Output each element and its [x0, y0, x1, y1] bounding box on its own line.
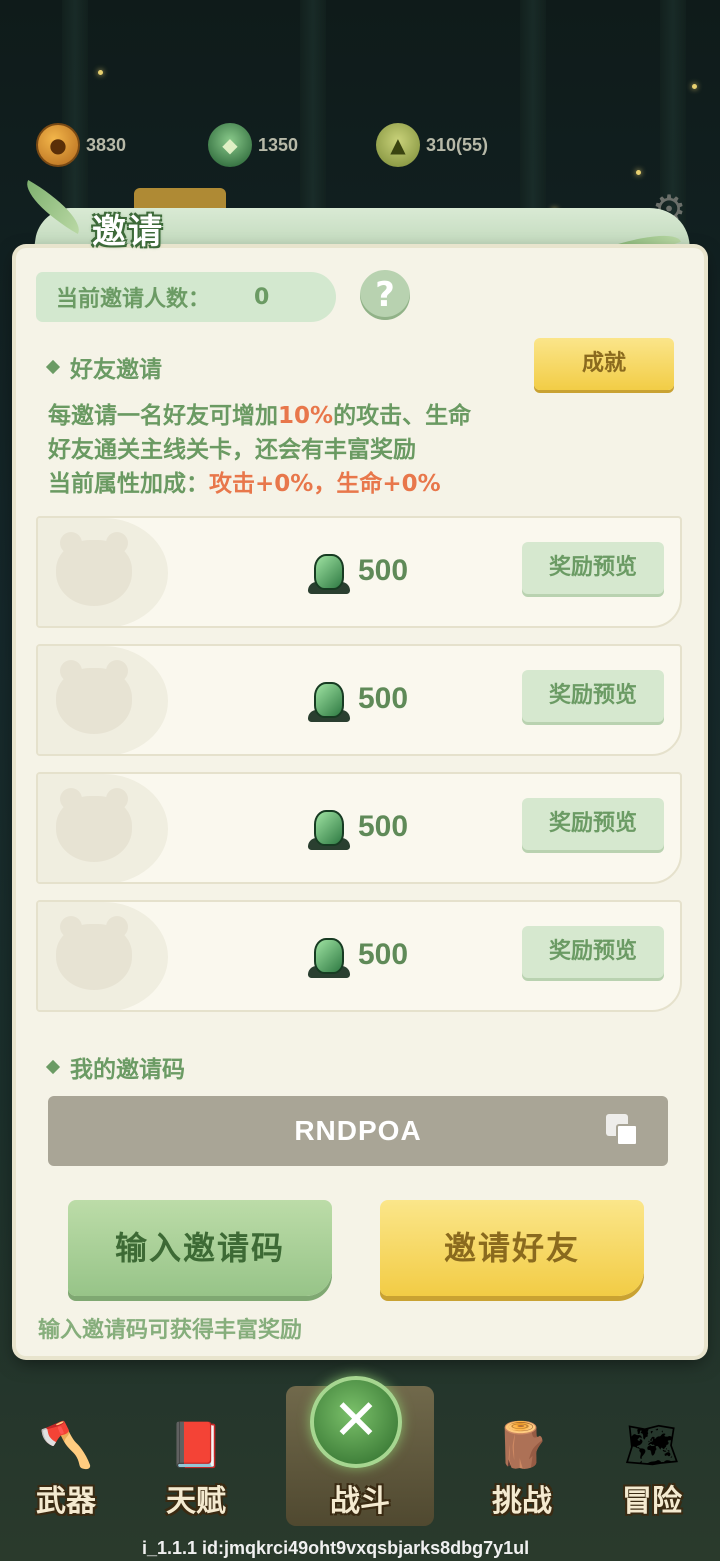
nav-label: 冒险: [622, 1484, 682, 1519]
green-crystal-icon: [308, 808, 350, 850]
map-icon: 🗺: [624, 1420, 680, 1471]
my-code-title: 我的邀请码: [70, 1057, 185, 1083]
reward-amount: 500: [358, 938, 409, 971]
nav-label: 天赋: [166, 1484, 226, 1519]
firefly: [636, 170, 641, 175]
reward-amount: 500: [358, 810, 409, 843]
nav-label: 战斗: [330, 1484, 390, 1519]
dialog-title: 邀请: [92, 212, 164, 252]
reward-preview-button[interactable]: 奖励预览: [522, 670, 664, 722]
paw-coin-icon: ●: [36, 123, 80, 167]
green-crystal-icon: ◆: [208, 123, 252, 167]
invite-count-pill: 当前邀请人数： 0: [36, 272, 336, 322]
diamond-bullet-icon: [45, 1059, 61, 1075]
wooden-dummy-icon: 🪵: [494, 1420, 550, 1471]
crystal-count: 1350: [258, 134, 299, 155]
nav-weapons[interactable]: 🪓 武器: [6, 1410, 126, 1522]
nav-label: 武器: [36, 1484, 96, 1519]
enter-invite-code-button[interactable]: 输入邀请码: [68, 1200, 332, 1296]
reward-preview-button[interactable]: 奖励预览: [522, 542, 664, 594]
invite-friend-button[interactable]: 邀请好友: [380, 1200, 644, 1296]
desc-text: 当前属性加成：: [48, 471, 209, 497]
invite-count-label: 当前邀请人数：: [56, 287, 211, 312]
invite-count-value: 0: [254, 284, 270, 310]
reward-slot: 500 奖励预览: [36, 900, 682, 1012]
axe-icon: 🪓: [38, 1420, 94, 1471]
invite-description-line3: 当前属性加成：攻击+0%，生命+0%: [48, 464, 441, 498]
close-dialog-button[interactable]: ✕: [310, 1376, 402, 1468]
diamond-bullet-icon: [45, 359, 61, 375]
invite-description-line2: 好友通关主线关卡，还会有丰富奖励: [48, 437, 416, 463]
reward-slot: 500 奖励预览: [36, 644, 682, 756]
resource-crystals: ◆ 1350: [208, 118, 298, 172]
green-crystal-icon: [308, 936, 350, 978]
current-bonus: 攻击+0%，生命+0%: [209, 471, 441, 497]
empty-friend-avatar-icon: [56, 916, 132, 990]
desc-text: 的攻击、生命: [333, 403, 472, 429]
invite-description-line1: 每邀请一名好友可增加10%的攻击、生命: [48, 396, 471, 430]
friend-invite-title: 好友邀请: [70, 357, 162, 383]
resource-paw-coins: ● 3830: [36, 118, 126, 172]
reward-amount: 500: [358, 554, 409, 587]
desc-text: 每邀请一名好友可增加: [48, 403, 278, 429]
empty-friend-avatar-icon: [56, 532, 132, 606]
firefly: [692, 84, 697, 89]
nav-talents[interactable]: 📕 天赋: [136, 1410, 256, 1522]
my-code-heading: 我的邀请码: [45, 1050, 185, 1084]
bamboo-shoot-icon: ▲: [376, 123, 420, 167]
empty-friend-avatar-icon: [56, 788, 132, 862]
reward-amount: 500: [358, 682, 409, 715]
paw-coin-count: 3830: [86, 134, 127, 155]
copy-icon[interactable]: [606, 1114, 642, 1148]
footer-note: 输入邀请码可获得丰富奖励: [38, 1318, 303, 1343]
green-crystal-icon: [308, 680, 350, 722]
reward-slot: 500 奖励预览: [36, 772, 682, 884]
nav-label: 挑战: [492, 1484, 552, 1519]
firefly: [98, 70, 103, 75]
build-id: i_1.1.1 id:jmqkrci49oht9vxqsbjarks8dbg7y…: [142, 1538, 530, 1558]
bonus-percent: 10%: [278, 403, 334, 429]
reward-slot: 500 奖励预览: [36, 516, 682, 628]
paw-book-icon: 📕: [168, 1420, 224, 1471]
resource-shoots: ▲ 310(55): [376, 118, 488, 172]
empty-friend-avatar-icon: [56, 660, 132, 734]
reward-preview-button[interactable]: 奖励预览: [522, 798, 664, 850]
nav-challenge[interactable]: 🪵 挑战: [462, 1410, 582, 1522]
shoot-count: 310(55): [426, 134, 489, 155]
resource-bar: ● 3830 ◆ 1350 ▲ 310(55): [36, 118, 556, 172]
invite-code-value: RNDPOA: [294, 1115, 422, 1146]
help-button[interactable]: ?: [360, 270, 410, 320]
achievement-button[interactable]: 成就: [534, 338, 674, 390]
nav-adventure[interactable]: 🗺 冒险: [592, 1410, 712, 1522]
friend-invite-heading: 好友邀请: [45, 350, 162, 384]
reward-preview-button[interactable]: 奖励预览: [522, 926, 664, 978]
invite-code-field: RNDPOA: [48, 1096, 668, 1166]
green-crystal-icon: [308, 552, 350, 594]
